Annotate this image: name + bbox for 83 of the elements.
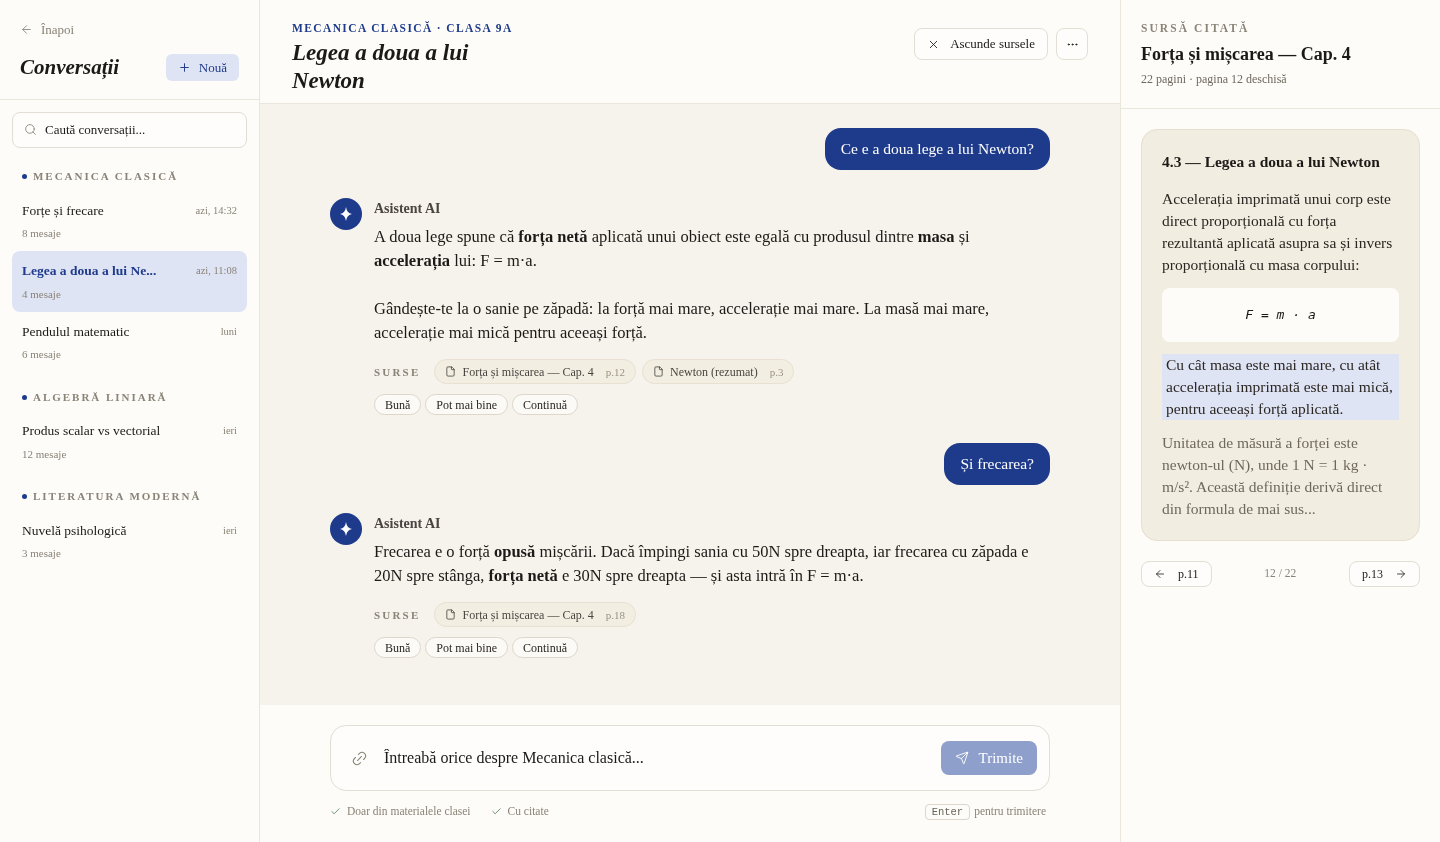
back-arrow-icon xyxy=(20,23,33,37)
back-link[interactable]: Înapoi xyxy=(20,20,75,40)
conversation-item[interactable]: Pendulul matematic luni 6 mesaje xyxy=(12,312,247,373)
breadcrumb-label: MECANICA CLASICĂ · CLASA 9A xyxy=(292,20,513,36)
message-count: 8 mesaje xyxy=(22,225,61,241)
reaction-button[interactable]: Bună xyxy=(374,394,422,416)
section-heading: 4.3 — Legea a doua a lui Newton xyxy=(1162,152,1381,173)
conversation-time: azi, 11:08 xyxy=(196,264,237,279)
message-text: A doua lege spune că forța netă aplicată unui obiect este egală cu produsul dintre masa și accelerația lui: F = m·a. xyxy=(374,226,971,273)
source-chip[interactable]: Forța și mișcarea — Cap. 4 p.18 xyxy=(434,602,637,628)
reaction-button[interactable]: Bună xyxy=(374,637,422,659)
source-page: p.18 xyxy=(605,607,626,623)
sources-label: SURSE xyxy=(374,364,421,380)
conversation-time: azi, 14:32 xyxy=(195,203,237,218)
conversation-time: luni xyxy=(220,325,237,339)
document-icon xyxy=(445,366,457,378)
chat-title: Legea a doua a lui Newton xyxy=(292,39,470,96)
source-title: Forța și mișcarea — Cap. 4 xyxy=(462,363,594,381)
conversation-item[interactable]: Legea a doua a lui Ne... azi, 11:08 4 mesaje xyxy=(12,251,247,312)
message-count: 4 mesaje xyxy=(22,286,61,302)
user-message-bubble: Și frecarea? xyxy=(944,443,1050,486)
bullet-icon xyxy=(22,173,27,179)
conversation-time: ieri xyxy=(223,523,237,538)
source-meta: 22 pagini · pagina 12 deschisă xyxy=(1141,71,1287,89)
sparkle-avatar-icon xyxy=(330,198,362,231)
hide-sources-button[interactable]: Ascunde sursele xyxy=(914,28,1048,60)
source-chip[interactable]: Forța și mișcarea — Cap. 4 p.12 xyxy=(434,359,637,385)
message-input[interactable]: Întreabă orice despre Mecanica clasică... xyxy=(384,738,925,778)
option-label: Cu citate xyxy=(507,804,549,819)
enter-key: Enter xyxy=(924,803,971,820)
search-field[interactable]: Caută conversații... xyxy=(12,112,247,148)
message-count: 12 mesaje xyxy=(22,446,67,462)
highlighted-text: Cu cât masa este mai mare, cu atât accelerația imprimată este mai mică, pentru aceeași forță aplicată. xyxy=(1162,353,1399,420)
plus-icon xyxy=(177,60,191,74)
bullet-icon xyxy=(22,394,27,400)
source-paragraph: Accelerația imprimată unui corp este direct proporțională cu forța rezultantă aplicată asupra sa și invers proporțională cu masa corpului: xyxy=(1162,188,1394,275)
conversation-title: Forțe și frecare xyxy=(22,201,104,220)
source-title: Forța și mișcarea — Cap. 4 xyxy=(462,606,594,624)
message-text: Frecarea e o forță opusă mișcării. Dacă împingi sania cu 50N spre dreapta, iar frecarea cu zăpada e 20N spre stânga, forța netă e 30N spre dreapta — și asta intră în F = m·a. xyxy=(374,541,1030,588)
conversation-item[interactable]: Forțe și frecare azi, 14:32 8 mesaje xyxy=(12,190,247,252)
reaction-button[interactable]: Continuă xyxy=(512,394,578,416)
conversation-time: ieri xyxy=(223,424,237,439)
conversation-title: Nuvelă psihologică xyxy=(22,521,127,540)
sidebar-title: Conversații xyxy=(20,53,120,81)
option-label: Doar din materialele clasei xyxy=(347,804,471,819)
user-message-bubble: Ce e a doua lege a lui Newton? xyxy=(824,128,1050,171)
conversation-title: Pendulul matematic xyxy=(22,323,130,341)
conversation-title: Legea a doua a lui Ne... xyxy=(22,262,157,281)
source-page: p.3 xyxy=(769,364,784,380)
source-paragraph: Unitatea de măsură a forței este newton-ul (N), unde 1 N = 1 kg · m/s². Această definiție derivă direct din formula de mai sus... xyxy=(1162,432,1384,519)
source-page: p.12 xyxy=(605,364,626,380)
previous-page-button[interactable]: p.11 xyxy=(1141,560,1212,587)
hint-text: pentru trimitere xyxy=(974,804,1046,820)
next-page-button[interactable]: p.13 xyxy=(1349,560,1420,587)
arrow-left-icon xyxy=(1154,567,1166,580)
conversation-item[interactable]: Nuvelă psihologică ieri 3 mesaje xyxy=(12,510,247,572)
source-title: Forța și mișcarea — Cap. 4 xyxy=(1141,43,1351,67)
new-button[interactable]: Nouă xyxy=(165,53,239,81)
message-text: Gândește-te la o sanie pe zăpadă: la forță mai mare, accelerație mai mare. La masă mai mare, accelerație mai mică pentru aceeași forță. xyxy=(374,298,991,345)
source-chip[interactable]: Newton (rezumat) p.3 xyxy=(642,359,795,385)
reaction-button[interactable]: Pot mai bine xyxy=(425,394,508,416)
send-icon xyxy=(954,751,969,765)
sparkle-avatar-icon xyxy=(330,513,362,546)
group-heading: MECANICA CLASICĂ xyxy=(33,169,179,184)
sources-label: SURSE xyxy=(374,607,421,623)
source-title: Newton (rezumat) xyxy=(670,363,758,381)
formula-text: F = m · a xyxy=(1245,305,1316,324)
bullet-icon xyxy=(22,493,27,499)
author-name: Asistent AI xyxy=(374,515,441,534)
panel-eyebrow: SURSĂ CITATĂ xyxy=(1141,20,1250,36)
page-indicator: 12 / 22 xyxy=(1264,565,1297,581)
message-count: 6 mesaje xyxy=(22,347,61,363)
reaction-button[interactable]: Continuă xyxy=(512,637,578,659)
conversation-item[interactable]: Produs scalar vs vectorial ieri 12 mesaje xyxy=(12,411,247,472)
conversation-title: Produs scalar vs vectorial xyxy=(22,422,161,441)
arrow-right-icon xyxy=(1395,567,1407,580)
document-icon xyxy=(653,366,665,378)
message-count: 3 mesaje xyxy=(22,545,61,561)
reaction-button[interactable]: Pot mai bine xyxy=(425,637,508,659)
group-heading: ALGEBRĂ LINIARĂ xyxy=(33,389,168,405)
group-heading: LITERATURA MODERNĂ xyxy=(33,489,202,504)
author-name: Asistent AI xyxy=(374,200,441,219)
document-icon xyxy=(445,609,457,621)
